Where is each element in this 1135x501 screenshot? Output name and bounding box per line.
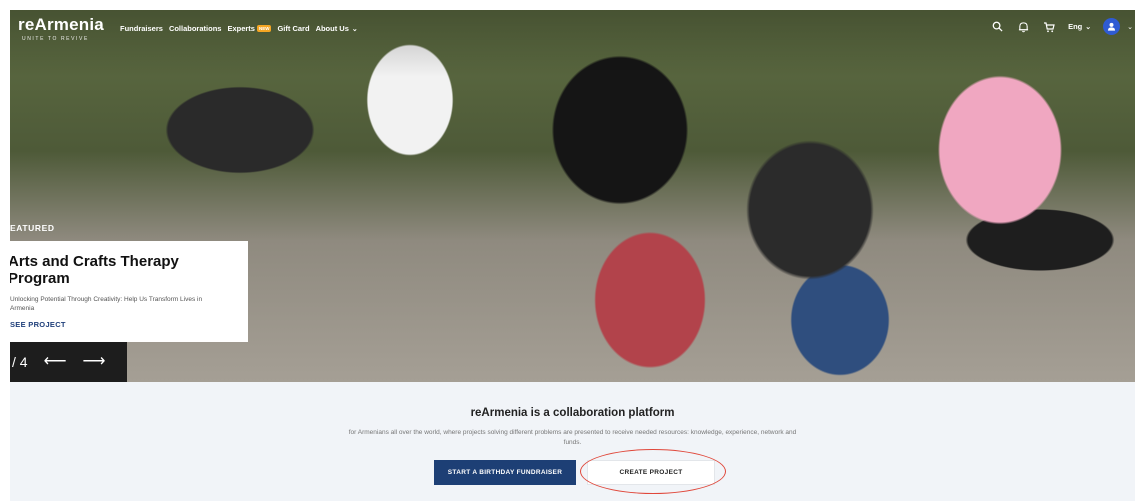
nav-link-label: Experts [227, 24, 255, 33]
arrow-right-icon[interactable]: ⟶ [83, 354, 106, 370]
page: reArmenia UNITE TO REVIVE Fundraisers Co… [0, 0, 1135, 501]
logo-wordmark: reArmenia [18, 15, 104, 34]
nav-link-gift-card[interactable]: Gift Card [277, 24, 309, 33]
project-title[interactable]: Arts and Crafts Therapy Program [10, 253, 228, 287]
cart-icon[interactable] [1042, 20, 1056, 34]
section-title: reArmenia is a collaboration platform [470, 407, 675, 419]
nav-actions: Eng ⌄ ⌄ [990, 18, 1133, 35]
logo-tagline: UNITE TO REVIVE [22, 36, 89, 42]
nav-link-collaborations[interactable]: Collaborations [169, 24, 222, 33]
featured-project-card: Arts and Crafts Therapy Program Unlockin… [10, 241, 248, 342]
nav-link-label: Fundraisers [120, 24, 163, 33]
top-navbar: reArmenia UNITE TO REVIVE Fundraisers Co… [10, 10, 1135, 50]
section-description: for Armenians all over the world, where … [348, 429, 797, 446]
language-selector[interactable]: Eng ⌄ [1068, 22, 1091, 31]
language-label: Eng [1068, 22, 1083, 31]
nav-link-label: Gift Card [277, 24, 310, 33]
project-description: Unlocking Potential Through Creativity: … [10, 296, 203, 312]
nav-links: Fundraisers Collaborations Experts NEW Gi… [120, 24, 358, 33]
logo[interactable]: reArmenia UNITE TO REVIVE [18, 15, 104, 43]
nav-link-label: Collaborations [168, 24, 222, 33]
nav-link-fundraisers[interactable]: Fundraisers [120, 24, 163, 33]
slider-pager: / 4 ⟵ ⟶ [10, 342, 127, 382]
bell-icon[interactable] [1016, 20, 1030, 34]
nav-link-label: About Us [315, 24, 349, 33]
user-icon [1108, 22, 1116, 31]
featured-label: EATURED [10, 223, 55, 233]
start-birthday-fundraiser-button[interactable]: START A BIRTHDAY FUNDRAISER [434, 460, 576, 485]
create-project-button[interactable]: CREATE PROJECT [587, 460, 715, 485]
arrow-left-icon[interactable]: ⟵ [44, 354, 67, 370]
chevron-down-icon: ⌄ [1085, 23, 1092, 31]
see-project-link[interactable]: SEE PROJECT [10, 320, 66, 329]
new-badge: NEW [256, 25, 272, 32]
nav-link-experts[interactable]: Experts NEW [227, 24, 272, 33]
about-platform-section: reArmenia is a collaboration platform fo… [10, 382, 1135, 501]
chevron-down-icon: ⌄ [1127, 23, 1133, 31]
user-menu[interactable]: ⌄ [1103, 18, 1133, 35]
chevron-down-icon: ⌄ [351, 25, 358, 33]
slide-counter: / 4 [12, 354, 28, 370]
hero-banner: reArmenia UNITE TO REVIVE Fundraisers Co… [10, 10, 1135, 382]
nav-link-about-us[interactable]: About Us ⌄ [316, 24, 358, 33]
avatar [1103, 18, 1121, 35]
search-icon[interactable] [990, 20, 1004, 34]
